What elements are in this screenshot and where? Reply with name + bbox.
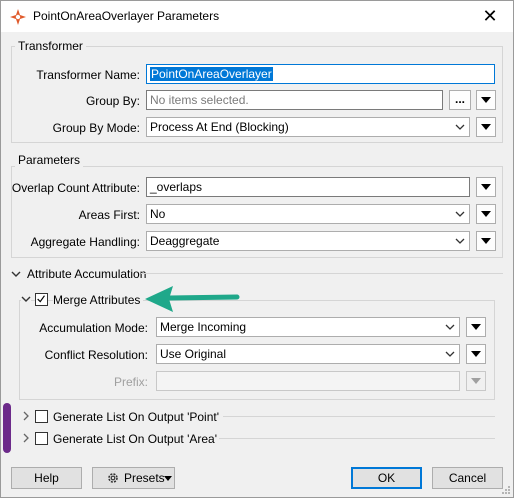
area-list-divider [219, 438, 495, 439]
chevron-down-icon [455, 211, 465, 217]
overlap-count-menu-button[interactable] [476, 177, 496, 197]
aggregate-handling-menu-button[interactable] [476, 231, 496, 251]
dropdown-arrow-icon [471, 351, 481, 357]
dropdown-arrow-icon [481, 211, 491, 217]
checkmark-icon [37, 295, 45, 303]
overlap-count-label: Overlap Count Attribute: [11, 181, 140, 195]
group-by-menu-button[interactable] [476, 90, 496, 110]
chevron-down-icon [455, 124, 465, 130]
presets-dropdown-icon [164, 476, 172, 481]
accumulation-mode-select[interactable]: Merge Incoming [156, 317, 460, 337]
dropdown-arrow-icon [481, 238, 491, 244]
title-bar: PointOnAreaOverlayer Parameters ✕ [1, 1, 513, 32]
areas-first-label: Areas First: [78, 208, 140, 222]
merge-attributes-label[interactable]: Merge Attributes [53, 293, 144, 307]
merge-expander-icon[interactable] [21, 294, 31, 304]
transformer-name-value: PointOnAreaOverlayer [150, 67, 273, 81]
accumulation-divider [141, 273, 503, 274]
close-icon: ✕ [482, 6, 498, 26]
prefix-field [156, 371, 460, 391]
presets-button[interactable]: Presets [92, 467, 175, 489]
ok-button[interactable]: OK [351, 467, 422, 489]
group-by-mode-label: Group By Mode: [52, 121, 140, 135]
cancel-button[interactable]: Cancel [432, 467, 503, 489]
accumulation-mode-value: Merge Incoming [160, 320, 247, 334]
dropdown-arrow-icon [471, 324, 481, 330]
transformer-name-field[interactable]: PointOnAreaOverlayer [146, 64, 495, 84]
area-list-checkbox[interactable] [35, 432, 48, 445]
group-by-mode-menu-button[interactable] [476, 117, 496, 137]
transformer-legend: Transformer [15, 39, 86, 53]
conflict-resolution-select[interactable]: Use Original [156, 344, 460, 364]
area-list-expander-icon[interactable] [21, 433, 31, 443]
group-by-ellipsis-button[interactable]: ... [449, 90, 471, 110]
gear-icon [108, 473, 118, 483]
group-by-mode-select[interactable]: Process At End (Blocking) [146, 117, 470, 137]
overlap-count-field[interactable]: _overlaps [146, 177, 470, 197]
chevron-down-icon [445, 324, 455, 330]
accumulation-legend: Attribute Accumulation [27, 267, 147, 281]
dialog-window: PointOnAreaOverlayer Parameters ✕ Transf… [0, 0, 514, 498]
accumulation-mode-label: Accumulation Mode: [39, 321, 148, 335]
areas-first-menu-button[interactable] [476, 204, 496, 224]
conflict-resolution-label: Conflict Resolution: [44, 348, 148, 362]
prefix-menu-button [466, 371, 486, 391]
area-list-label[interactable]: Generate List On Output 'Area' [53, 432, 217, 446]
dropdown-arrow-icon [481, 184, 491, 190]
dropdown-arrow-icon [471, 378, 481, 384]
resize-grip-icon[interactable] [501, 485, 511, 495]
point-list-expander-icon[interactable] [21, 411, 31, 421]
close-button[interactable]: ✕ [467, 1, 513, 32]
prefix-label: Prefix: [113, 375, 148, 389]
group-by-placeholder: No items selected. [150, 93, 249, 107]
window-title: PointOnAreaOverlayer Parameters [33, 9, 220, 23]
group-by-field[interactable]: No items selected. [146, 90, 443, 110]
annotation-highlight-bar [3, 403, 11, 453]
conflict-resolution-value: Use Original [160, 347, 227, 361]
transformer-name-label: Transformer Name: [36, 68, 140, 82]
overlap-count-value: _overlaps [150, 180, 203, 194]
help-button[interactable]: Help [11, 467, 82, 489]
point-list-divider [223, 416, 495, 417]
fme-transformer-icon [10, 9, 26, 25]
dropdown-arrow-icon [481, 97, 491, 103]
aggregate-handling-select[interactable]: Deaggregate [146, 231, 470, 251]
annotation-arrow-icon [145, 286, 240, 312]
aggregate-handling-label: Aggregate Handling: [30, 235, 140, 249]
presets-label: Presets [124, 471, 165, 485]
chevron-down-icon [445, 351, 455, 357]
group-by-label: Group By: [85, 94, 140, 108]
merge-attributes-checkbox[interactable] [35, 293, 48, 306]
point-list-label[interactable]: Generate List On Output 'Point' [53, 410, 219, 424]
group-by-mode-value: Process At End (Blocking) [150, 120, 289, 134]
parameters-legend: Parameters [15, 153, 84, 167]
conflict-resolution-menu-button[interactable] [466, 344, 486, 364]
accumulation-mode-menu-button[interactable] [466, 317, 486, 337]
accumulation-expander-icon[interactable] [11, 269, 21, 279]
areas-first-value: No [150, 207, 166, 221]
dropdown-arrow-icon [481, 124, 491, 130]
areas-first-select[interactable]: No [146, 204, 470, 224]
point-list-checkbox[interactable] [35, 410, 48, 423]
chevron-down-icon [455, 238, 465, 244]
aggregate-handling-value: Deaggregate [150, 234, 220, 248]
